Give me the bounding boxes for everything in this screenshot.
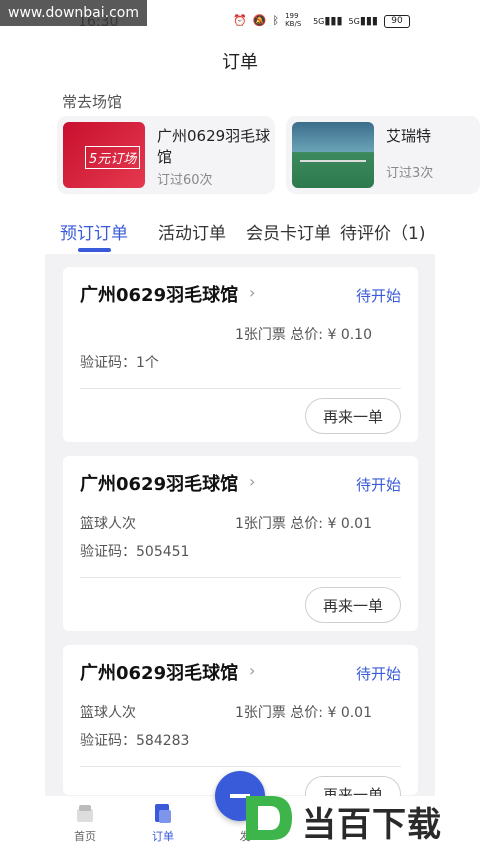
venue-thumbnail <box>292 122 374 188</box>
watermark-url: www.downbai.com <box>0 0 147 26</box>
chevron-right-icon: › <box>249 661 256 680</box>
order-code: 验证码：584283 <box>80 733 190 749</box>
nav-home-label: 首页 <box>74 830 96 843</box>
order-price: 1张门票 总价: ¥ 0.10 <box>234 327 372 343</box>
order-code: 验证码：1个 <box>80 355 159 371</box>
tab-pending-review[interactable]: 待评价（1) <box>340 219 425 244</box>
signal-icon: 5G▮▮▮ <box>313 13 343 27</box>
order-status: 待开始 <box>355 287 401 305</box>
tab-activity-orders[interactable]: 活动订单 <box>158 219 226 244</box>
order-price: 1张门票 总价: ¥ 0.01 <box>234 705 372 721</box>
nav-order[interactable]: 订单 <box>133 802 193 844</box>
home-icon <box>77 805 93 822</box>
reorder-button[interactable]: 再来一单 <box>305 587 401 623</box>
venue-order-count: 订过3次 <box>386 166 434 181</box>
order-card[interactable]: 广州0629羽毛球馆 › 待开始 1张门票 总价: ¥ 0.10 验证码：1个 … <box>63 267 418 442</box>
thumb-promo-text: 5元订场 <box>85 146 141 169</box>
nav-order-label: 订单 <box>152 830 174 843</box>
venue-card-airuite[interactable]: 艾瑞特 订过3次 <box>286 116 480 194</box>
bluetooth-icon: ᛒ <box>272 13 280 27</box>
frequent-venues-label: 常去场馆 <box>62 93 123 111</box>
page-title: 订单 <box>222 52 258 73</box>
venue-name: 艾瑞特 <box>386 127 432 145</box>
mute-icon: 🔕 <box>252 13 267 27</box>
divider <box>80 388 401 389</box>
venue-thumbnail: 5元订场 <box>63 122 145 188</box>
venue-name: 广州0629羽毛球馆 <box>157 127 271 166</box>
order-tabs: 预订订单 活动订单 会员卡订单 待评价（1) <box>60 219 480 253</box>
court-net <box>300 160 366 162</box>
order-price: 1张门票 总价: ¥ 0.01 <box>234 516 372 532</box>
order-venue-name[interactable]: 广州0629羽毛球馆 <box>80 281 238 307</box>
chevron-right-icon: › <box>249 472 256 491</box>
reorder-button[interactable]: 再来一单 <box>305 398 401 434</box>
alarm-icon: ⏰ <box>233 13 247 27</box>
order-type: 篮球人次 <box>80 705 136 721</box>
order-icon <box>155 804 171 823</box>
order-type: 篮球人次 <box>80 516 136 532</box>
watermark-text: 当百下载 <box>302 805 442 845</box>
status-icons: ⏰ 🔕 ᛒ 199 KB/S 5G▮▮▮ 5G▮▮▮ <box>233 12 378 28</box>
order-status: 待开始 <box>355 476 401 494</box>
venue-card-guangzhou[interactable]: 5元订场 广州0629羽毛球馆 订过60次 <box>57 116 275 194</box>
venue-order-count: 订过60次 <box>157 173 213 188</box>
signal-icon-2: 5G▮▮▮ <box>348 13 378 27</box>
battery-icon: 90 <box>384 15 410 28</box>
active-tab-indicator <box>78 248 111 252</box>
divider <box>80 577 401 578</box>
tab-membership-orders[interactable]: 会员卡订单 <box>246 219 331 244</box>
tab-booking-orders[interactable]: 预订订单 <box>60 219 128 244</box>
nav-home[interactable]: 首页 <box>55 802 115 844</box>
chevron-right-icon: › <box>249 283 256 302</box>
order-code: 验证码：505451 <box>80 544 190 560</box>
divider <box>80 766 401 767</box>
watermark-logo <box>246 796 292 840</box>
order-venue-name[interactable]: 广州0629羽毛球馆 <box>80 470 238 496</box>
order-status: 待开始 <box>355 665 401 683</box>
order-card[interactable]: 广州0629羽毛球馆 › 待开始 篮球人次 1张门票 总价: ¥ 0.01 验证… <box>63 456 418 631</box>
net-speed: 199 KB/S <box>285 12 302 28</box>
order-venue-name[interactable]: 广州0629羽毛球馆 <box>80 659 238 685</box>
